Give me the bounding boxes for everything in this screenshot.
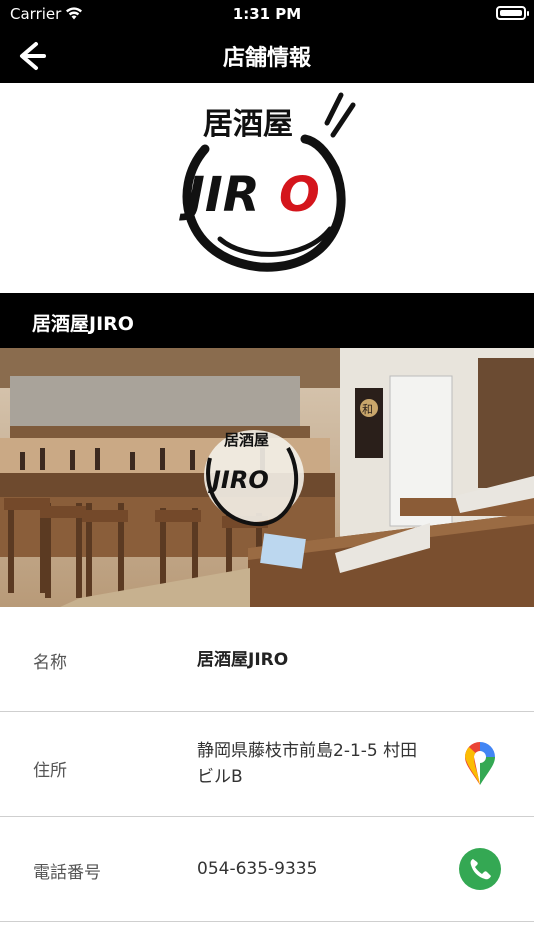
logo-area: 居酒屋 JIR O xyxy=(0,83,534,293)
photo-sign-main: JIRO xyxy=(208,466,269,494)
battery-icon xyxy=(496,6,529,20)
google-maps-pin-icon[interactable] xyxy=(464,742,496,786)
phone-label: 電話番号 xyxy=(33,863,101,883)
info-row-phone: 電話番号 054-635-9335 xyxy=(0,817,534,922)
phone-icon[interactable] xyxy=(459,848,501,890)
store-logo: 居酒屋 JIR O xyxy=(165,89,365,279)
store-info-list: 名称 居酒屋JIRO 住所 静岡県藤枝市前島2-1-5 村田 ビルB 電話番号 … xyxy=(0,607,534,922)
svg-text:居酒屋: 居酒屋 xyxy=(203,107,293,142)
store-name-header: 居酒屋JIRO xyxy=(0,293,534,348)
name-value: 居酒屋JIRO xyxy=(197,650,289,670)
phone-value: 054-635-9335 xyxy=(197,859,318,879)
address-label: 住所 xyxy=(33,761,67,781)
status-time: 1:31 PM xyxy=(232,5,302,23)
address-line-1: 静岡県藤枝市前島2-1-5 村田 xyxy=(197,741,418,761)
page-title: 店舗情報 xyxy=(222,46,311,71)
store-name: 居酒屋JIRO xyxy=(32,313,134,335)
address-line-2: ビルB xyxy=(197,767,243,787)
photo-sign-top: 居酒屋 xyxy=(224,431,269,449)
name-label: 名称 xyxy=(33,653,67,673)
store-photo: 和 居酒屋 JIRO xyxy=(0,348,534,607)
info-row-address: 住所 静岡県藤枝市前島2-1-5 村田 ビルB xyxy=(0,712,534,817)
navigation-bar: 店舗情報 xyxy=(0,28,534,83)
address-value: 静岡県藤枝市前島2-1-5 村田 ビルB xyxy=(197,738,417,790)
svg-text:O: O xyxy=(279,167,320,223)
svg-text:JIR: JIR xyxy=(179,167,260,223)
info-row-name: 名称 居酒屋JIRO xyxy=(0,607,534,712)
noren-text: 和 xyxy=(362,403,373,416)
status-bar: Carrier 1:31 PM xyxy=(0,0,534,28)
